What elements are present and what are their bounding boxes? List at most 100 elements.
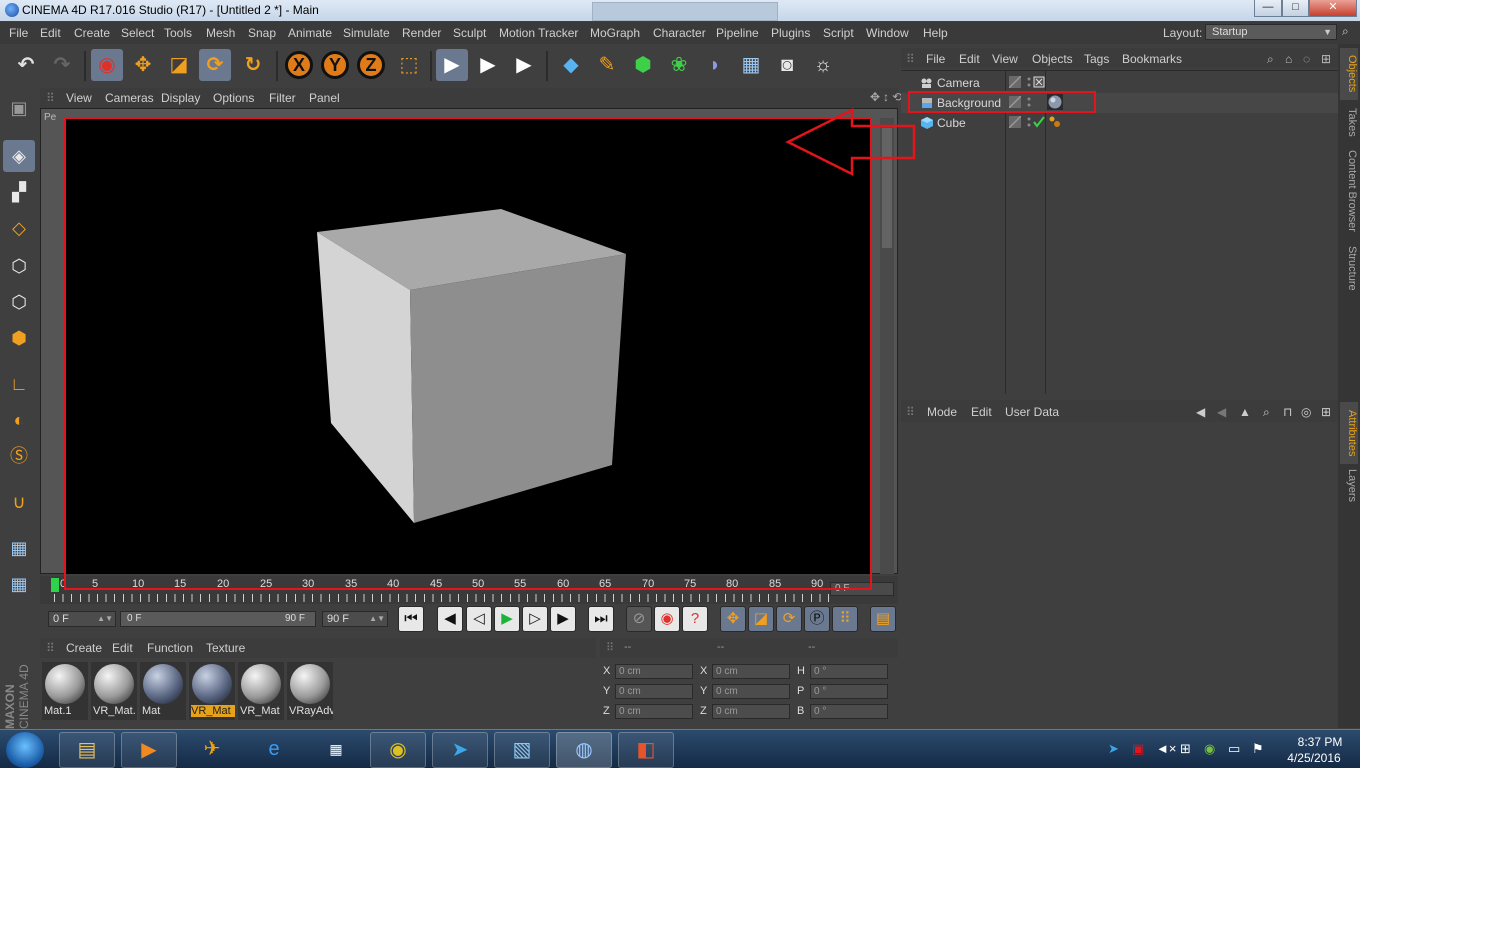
back-arrow-icon[interactable]: ◀: [1196, 405, 1205, 419]
material-swatch[interactable]: VR_Mat: [189, 662, 235, 720]
axis-mode-icon[interactable]: ∟: [3, 368, 35, 400]
coordinate-system-icon[interactable]: ⬚: [393, 49, 425, 81]
material-swatch[interactable]: Mat: [140, 662, 186, 720]
coordinate-value-field[interactable]: 0 cm: [712, 704, 790, 719]
search-icon[interactable]: ⌕: [1342, 24, 1356, 40]
coordinate-value-field[interactable]: 0 °: [810, 704, 888, 719]
tab-content-browser[interactable]: Content Browser: [1340, 144, 1358, 238]
internet-explorer-icon[interactable]: e: [246, 732, 302, 768]
bend-deformer-icon[interactable]: ◗: [699, 49, 731, 81]
tweak-mode-icon[interactable]: ◐: [3, 404, 35, 436]
material-swatch[interactable]: VRayAdv: [287, 662, 333, 720]
menu-motion-tracker[interactable]: Motion Tracker: [499, 26, 578, 40]
object-menu-edit[interactable]: Edit: [959, 52, 980, 66]
cube-object-icon[interactable]: ◆: [555, 49, 587, 81]
redo-icon[interactable]: ↷: [46, 49, 78, 81]
subdivision-surface-icon[interactable]: ⬢: [627, 49, 659, 81]
chrome-icon[interactable]: ◉: [370, 732, 426, 768]
media-player-icon[interactable]: ▶: [121, 732, 177, 768]
search-icon[interactable]: ⌕: [1267, 52, 1274, 67]
powerpoint-icon[interactable]: ◧: [618, 732, 674, 768]
menu-simulate[interactable]: Simulate: [343, 26, 390, 40]
object-menu-view[interactable]: View: [992, 52, 1018, 66]
object-row-cube[interactable]: Cube: [901, 113, 1338, 133]
move-tool-icon[interactable]: ✥: [127, 49, 159, 81]
menu-script[interactable]: Script: [823, 26, 854, 40]
menu-window[interactable]: Window: [866, 26, 909, 40]
coordinate-value-field[interactable]: 0 cm: [712, 664, 790, 679]
previous-frame-icon[interactable]: ◁: [466, 606, 492, 632]
key-position-icon[interactable]: ✥: [720, 606, 746, 632]
clock-time[interactable]: 8:37 PM: [1290, 735, 1350, 749]
target-icon[interactable]: ◎: [1301, 405, 1311, 419]
object-menu-objects[interactable]: Objects: [1032, 52, 1073, 66]
key-point-level-icon[interactable]: ⠿: [832, 606, 858, 632]
tab-takes[interactable]: Takes: [1340, 102, 1358, 142]
layer-stripes-icon[interactable]: [1009, 76, 1021, 88]
viewport-menu-display[interactable]: Display: [161, 91, 200, 105]
polygons-mode-icon[interactable]: ⬢: [3, 322, 35, 354]
spinner-icon[interactable]: ▲▼: [97, 612, 113, 626]
cinema4d-taskbar-icon[interactable]: ◍: [556, 732, 612, 768]
menu-animate[interactable]: Animate: [288, 26, 332, 40]
snap-magnet-icon[interactable]: ∪: [3, 486, 35, 518]
new-window-icon[interactable]: ⊞: [1321, 405, 1331, 419]
key-rotation-icon[interactable]: ⟳: [776, 606, 802, 632]
tab-layers[interactable]: Layers: [1340, 466, 1358, 506]
key-scale-icon[interactable]: ◪: [748, 606, 774, 632]
action-center-icon[interactable]: ⚑: [1252, 741, 1264, 757]
maximize-button[interactable]: □: [1282, 0, 1309, 17]
material-name[interactable]: VR_Mat: [240, 705, 284, 717]
phong-tag-icon[interactable]: [1049, 116, 1061, 128]
start-button[interactable]: [6, 732, 44, 768]
viewport-menu-panel[interactable]: Panel: [309, 91, 340, 105]
menu-file[interactable]: File: [9, 26, 28, 40]
live-selection-icon[interactable]: ◉: [91, 49, 123, 81]
make-editable-icon[interactable]: ▣: [3, 92, 35, 124]
current-frame-marker[interactable]: [51, 578, 59, 592]
bird-app-icon[interactable]: ✈: [184, 732, 240, 768]
forward-arrow-icon[interactable]: ◀: [1217, 405, 1226, 419]
preview-range-slider[interactable]: 0 F 90 F: [120, 611, 316, 627]
model-mode-icon[interactable]: ◈: [3, 140, 35, 172]
points-mode-icon[interactable]: ⬡: [3, 250, 35, 282]
telegram-tray-icon[interactable]: ➤: [1108, 741, 1119, 757]
material-name[interactable]: VR_Mat.: [93, 705, 137, 717]
menu-render[interactable]: Render: [402, 26, 441, 40]
spinner-icon[interactable]: ▲▼: [369, 612, 385, 626]
network-icon[interactable]: ▭: [1228, 741, 1240, 757]
edit-render-settings-icon[interactable]: ▶: [508, 49, 540, 81]
object-menu-file[interactable]: File: [926, 52, 945, 66]
eye-icon[interactable]: ◌: [1303, 52, 1310, 66]
viewport-menu-options[interactable]: Options: [213, 91, 254, 105]
coordinate-value-field[interactable]: 0 cm: [615, 704, 693, 719]
material-menu-function[interactable]: Function: [147, 641, 193, 655]
menu-sculpt[interactable]: Sculpt: [453, 26, 486, 40]
cloner-icon[interactable]: ❀: [663, 49, 695, 81]
viewport-scrollbar[interactable]: [880, 118, 894, 574]
material-swatch[interactable]: VR_Mat.: [91, 662, 137, 720]
keyframe-selection-icon[interactable]: ?: [682, 606, 708, 632]
menu-pipeline[interactable]: Pipeline: [716, 26, 759, 40]
end-frame-field[interactable]: 90 F ▲▼: [322, 611, 388, 627]
menu-edit[interactable]: Edit: [40, 26, 61, 40]
record-keys-icon[interactable]: ⊘: [626, 606, 652, 632]
viewport-menu-view[interactable]: View: [66, 91, 92, 105]
speaker-muted-icon[interactable]: ◄×: [1156, 741, 1176, 756]
next-frame-icon[interactable]: ▷: [522, 606, 548, 632]
layer-stripes-icon[interactable]: [1009, 116, 1021, 128]
key-parameter-icon[interactable]: Ⓟ: [804, 606, 830, 632]
protection-tag-icon[interactable]: [1033, 76, 1045, 88]
coordinate-value-field[interactable]: 0 cm: [615, 664, 693, 679]
light-object-icon[interactable]: ☼: [807, 49, 839, 81]
photo-viewer-icon[interactable]: ▧: [494, 732, 550, 768]
object-name[interactable]: Cube: [937, 116, 966, 130]
windows-flag-icon[interactable]: ⊞: [1180, 741, 1191, 757]
timeline-window-icon[interactable]: ▤: [870, 606, 896, 632]
workplane-lock-icon[interactable]: ▦: [3, 532, 35, 564]
menu-mesh[interactable]: Mesh: [206, 26, 235, 40]
material-menu-texture[interactable]: Texture: [206, 641, 245, 655]
texture-mode-icon[interactable]: ▞: [3, 176, 35, 208]
solo-mode-icon[interactable]: Ⓢ: [3, 440, 35, 472]
camera-object-icon[interactable]: ◙: [771, 49, 803, 81]
